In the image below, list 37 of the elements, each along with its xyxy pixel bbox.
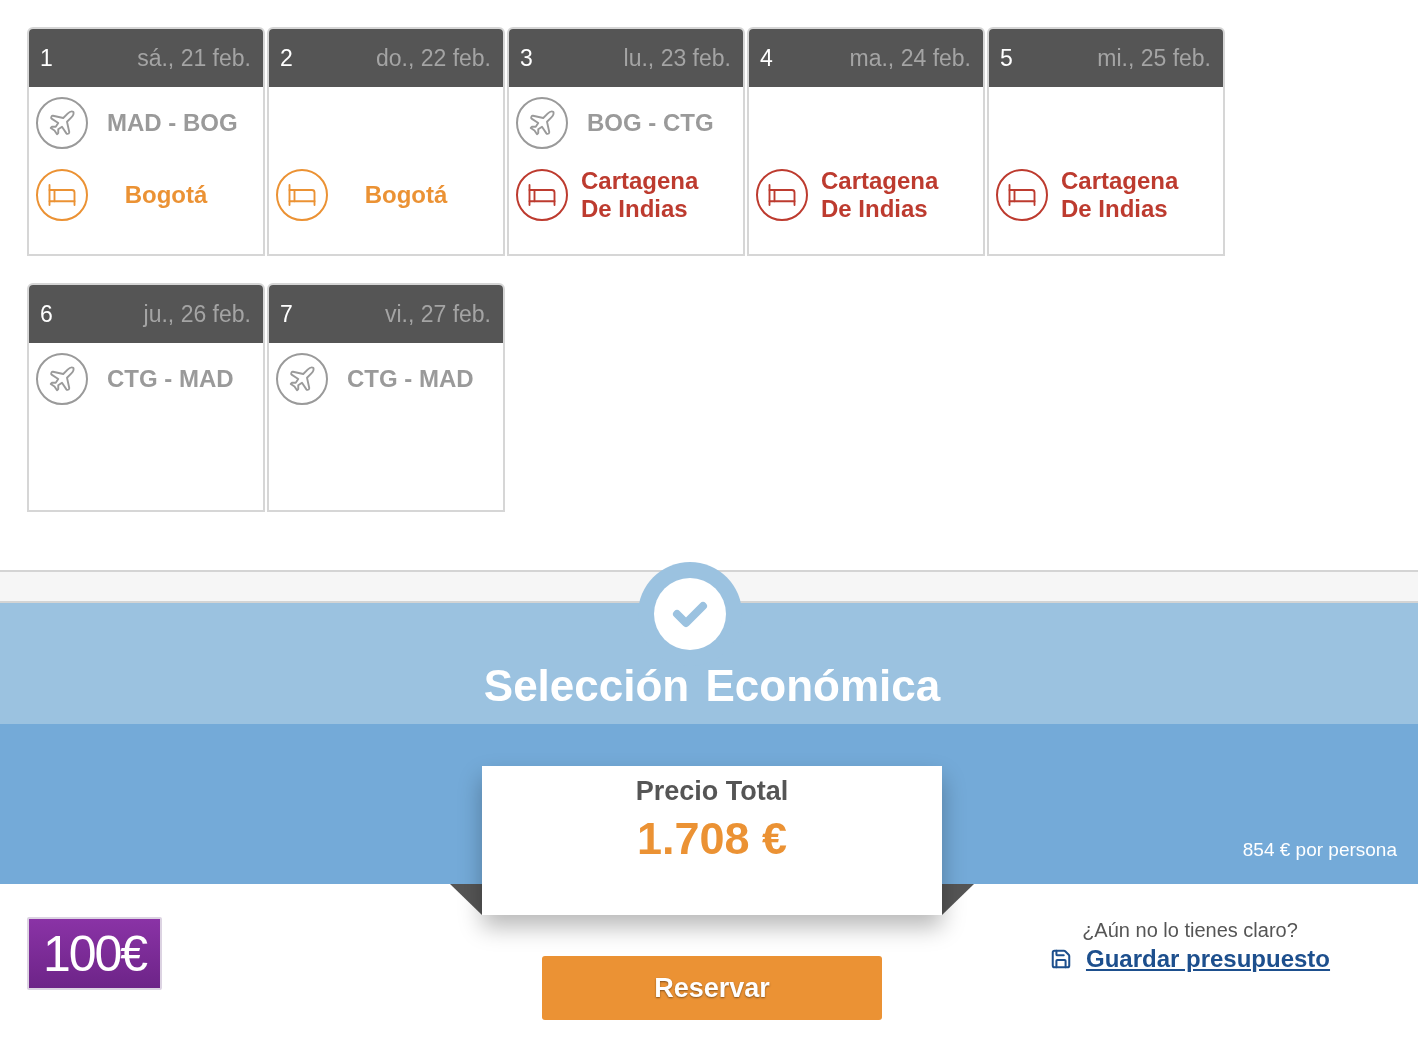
- day-number: 3: [520, 46, 533, 70]
- day-number: 7: [280, 302, 293, 326]
- flight-route: BOG - CTG: [587, 111, 714, 135]
- plane-icon: [276, 353, 328, 405]
- day-date: ma., 24 feb.: [849, 46, 971, 70]
- day-number: 4: [760, 46, 773, 70]
- day-date: ju., 26 feb.: [143, 302, 251, 326]
- save-icon[interactable]: [1049, 948, 1072, 970]
- stay-city: Bogotá: [364, 180, 448, 209]
- save-question: ¿Aún no lo tienes claro?: [1082, 918, 1298, 942]
- total-price: 1.708 €: [636, 813, 788, 865]
- package-title: Selección Económica: [483, 662, 941, 712]
- plane-icon: [36, 353, 88, 405]
- day-number: 1: [40, 46, 53, 70]
- stay-city: Bogotá: [124, 180, 208, 209]
- save-budget-link[interactable]: Guardar presupuesto: [1085, 945, 1331, 973]
- flight-route: CTG - MAD: [107, 367, 234, 391]
- stay-city: Cartagena De Indias: [581, 166, 700, 223]
- day-number: 5: [1000, 46, 1013, 70]
- plane-icon: [36, 97, 88, 149]
- price-label: Precio Total: [635, 775, 789, 807]
- day-number: 6: [40, 302, 53, 326]
- plane-icon: [516, 97, 568, 149]
- stay-city: Cartagena De Indias: [821, 166, 940, 223]
- ribbon-fold-icon: [450, 884, 482, 915]
- day-date: sá., 21 feb.: [137, 46, 251, 70]
- day-date: lu., 23 feb.: [623, 46, 731, 70]
- day-date: vi., 27 feb.: [384, 302, 491, 326]
- flight-route: CTG - MAD: [347, 367, 474, 391]
- day-date: mi., 25 feb.: [1097, 46, 1211, 70]
- flight-route: MAD - BOG: [107, 111, 238, 135]
- promo-badge: 100€: [27, 917, 162, 990]
- ribbon-fold-icon: [942, 884, 974, 915]
- day-number: 2: [280, 46, 293, 70]
- stay-city: Cartagena De Indias: [1061, 166, 1180, 223]
- per-person-price: 854 € por persona: [1242, 837, 1397, 862]
- day-date: do., 22 feb.: [375, 46, 491, 70]
